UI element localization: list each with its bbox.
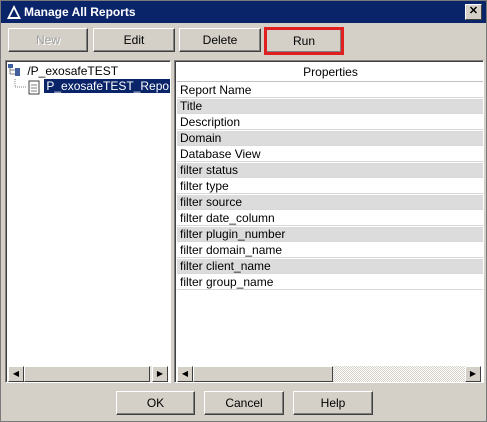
properties-header: Properties: [177, 63, 483, 82]
property-row[interactable]: Report Name: [177, 83, 483, 98]
tree-connector-icon: [14, 79, 26, 88]
run-button-highlight: [264, 27, 344, 55]
property-row[interactable]: filter domain_name: [177, 243, 483, 258]
app-icon: [6, 4, 22, 20]
tree-hscrollbar[interactable]: ◀ ▶: [8, 366, 168, 382]
properties-hscrollbar[interactable]: ◀ ▶: [177, 366, 481, 382]
property-row[interactable]: filter client_name: [177, 259, 483, 274]
close-button[interactable]: ✕: [465, 4, 482, 20]
ok-button[interactable]: OK: [116, 391, 195, 415]
manage-reports-dialog: Manage All Reports ✕ New Edit Delete Run…: [0, 0, 487, 422]
window-title: Manage All Reports: [24, 5, 136, 19]
property-row[interactable]: filter status: [177, 163, 483, 178]
scroll-thumb[interactable]: [193, 366, 333, 382]
property-row[interactable]: filter plugin_number: [177, 227, 483, 242]
property-row[interactable]: Description: [177, 115, 483, 130]
scroll-left-icon[interactable]: ◀: [8, 366, 24, 382]
delete-button[interactable]: Delete: [179, 28, 261, 52]
new-button[interactable]: New: [8, 28, 88, 52]
scroll-thumb[interactable]: [24, 366, 150, 382]
tree-root[interactable]: /P_exosafeTEST: [8, 64, 118, 79]
scroll-left-icon[interactable]: ◀: [177, 366, 193, 382]
title-bar[interactable]: Manage All Reports ✕: [1, 1, 486, 23]
properties-table[interactable]: Properties Report Name Title Description…: [174, 60, 484, 383]
help-button[interactable]: Help: [293, 391, 373, 415]
property-row[interactable]: filter type: [177, 179, 483, 194]
report-tree[interactable]: /P_exosafeTEST P_exosafeTEST_Repo ◀ ▶: [5, 60, 171, 383]
scroll-right-icon[interactable]: ▶: [152, 366, 168, 382]
document-icon: [28, 80, 40, 94]
tree-item-label: P_exosafeTEST_Repo: [43, 78, 170, 95]
property-row[interactable]: Domain: [177, 131, 483, 146]
tree-root-label: /P_exosafeTEST: [27, 64, 119, 78]
property-row[interactable]: Database View: [177, 147, 483, 162]
property-row[interactable]: filter group_name: [177, 275, 483, 290]
property-row[interactable]: Title: [177, 99, 483, 114]
property-row[interactable]: filter date_column: [177, 211, 483, 226]
cancel-button[interactable]: Cancel: [204, 391, 284, 415]
tree-item-report[interactable]: P_exosafeTEST_Repo: [14, 78, 170, 95]
folder-tree-icon: [8, 64, 24, 79]
edit-button[interactable]: Edit: [93, 28, 175, 52]
property-row[interactable]: filter source: [177, 195, 483, 210]
scroll-track[interactable]: [333, 366, 465, 382]
scroll-right-icon[interactable]: ▶: [465, 366, 481, 382]
